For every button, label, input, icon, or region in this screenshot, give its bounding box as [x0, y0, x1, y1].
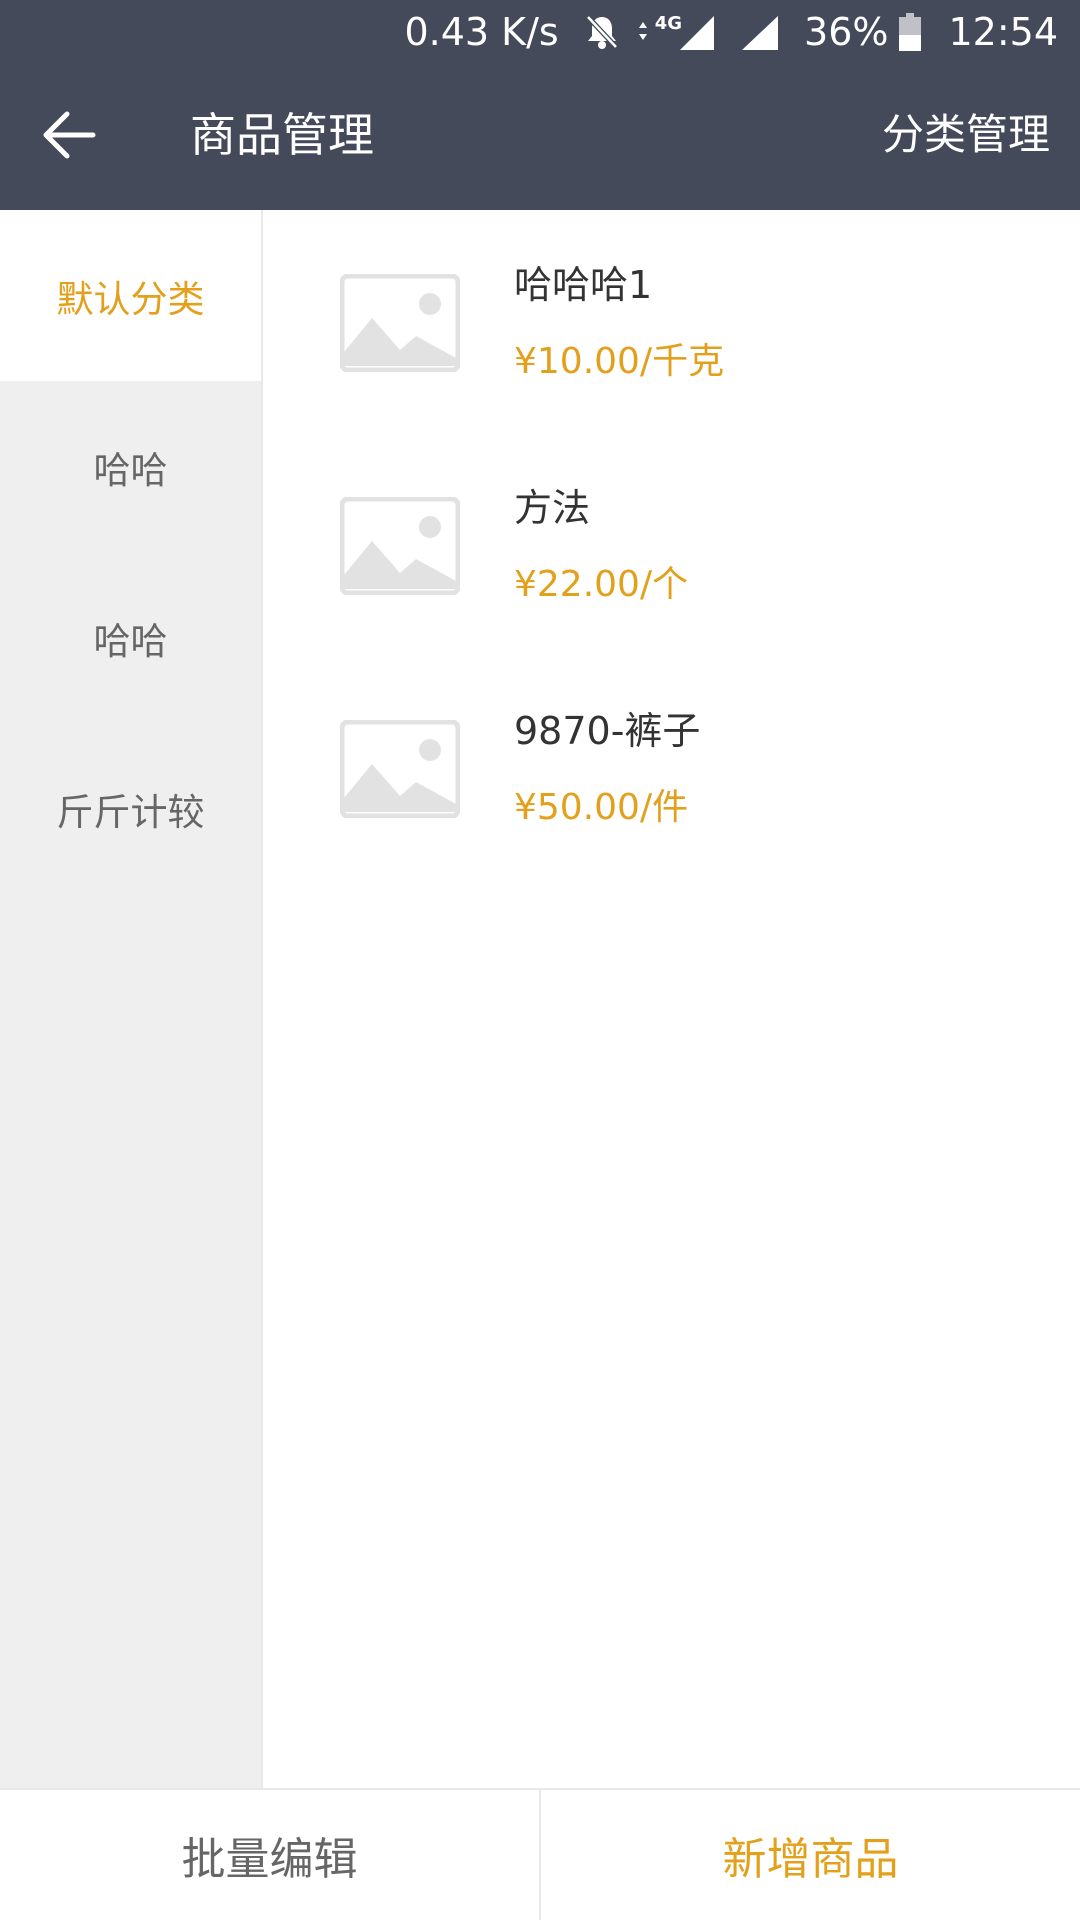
product-name: 哈哈哈1 — [514, 263, 653, 307]
category-sidebar: 默认分类 哈哈 哈哈 斤斤计较 — [0, 210, 263, 1788]
product-list: 哈哈哈1 ¥10.00/千克 方法 ¥22.00/个 9870-裤子 ¥50.0… — [263, 210, 1080, 1788]
sidebar-item-label: 哈哈 — [93, 619, 168, 663]
battery-icon — [898, 13, 922, 51]
add-product-button[interactable]: 新增商品 — [541, 1790, 1080, 1920]
bottom-action-bar: 批量编辑 新增商品 — [0, 1788, 1080, 1920]
sidebar-item-haha-1[interactable]: 哈哈 — [0, 381, 261, 552]
sidebar-item-default-category[interactable]: 默认分类 — [0, 210, 261, 381]
arrow-left-icon — [43, 111, 96, 159]
sidebar-item-label: 哈哈 — [93, 448, 168, 492]
image-placeholder-icon — [340, 497, 460, 595]
product-price: ¥22.00/个 — [514, 564, 689, 605]
image-placeholder-icon — [340, 720, 460, 818]
app-bar: 商品管理 分类管理 — [0, 64, 1080, 210]
sidebar-item-jinjinjijiao[interactable]: 斤斤计较 — [0, 723, 261, 894]
list-item[interactable]: 方法 ¥22.00/个 — [263, 433, 1080, 656]
product-name: 方法 — [514, 486, 591, 530]
sidebar-item-haha-2[interactable]: 哈哈 — [0, 552, 261, 723]
batch-edit-button[interactable]: 批量编辑 — [0, 1790, 541, 1920]
battery-percent: 36% — [804, 10, 889, 54]
signal-icon — [680, 16, 715, 50]
image-placeholder-icon — [340, 274, 460, 372]
net-speed: 0.43 K/s — [404, 10, 559, 54]
status-bar: 0.43 K/s 4G 36% 12:54 — [0, 0, 1080, 64]
product-price: ¥10.00/千克 — [514, 341, 725, 382]
sidebar-item-label: 默认分类 — [56, 277, 205, 321]
list-item[interactable]: 9870-裤子 ¥50.00/件 — [263, 656, 1080, 879]
clock: 12:54 — [948, 10, 1058, 54]
network-indicator: 4G — [637, 13, 715, 50]
back-button[interactable] — [36, 102, 102, 168]
product-price: ¥50.00/件 — [514, 787, 689, 828]
bell-off-icon — [585, 14, 619, 50]
signal-icon — [740, 14, 779, 50]
sidebar-item-label: 斤斤计较 — [56, 790, 205, 834]
category-manage-button[interactable]: 分类管理 — [882, 104, 1050, 166]
product-name: 9870-裤子 — [514, 709, 701, 753]
list-item[interactable]: 哈哈哈1 ¥10.00/千克 — [263, 210, 1080, 433]
page-title: 商品管理 — [190, 108, 374, 162]
